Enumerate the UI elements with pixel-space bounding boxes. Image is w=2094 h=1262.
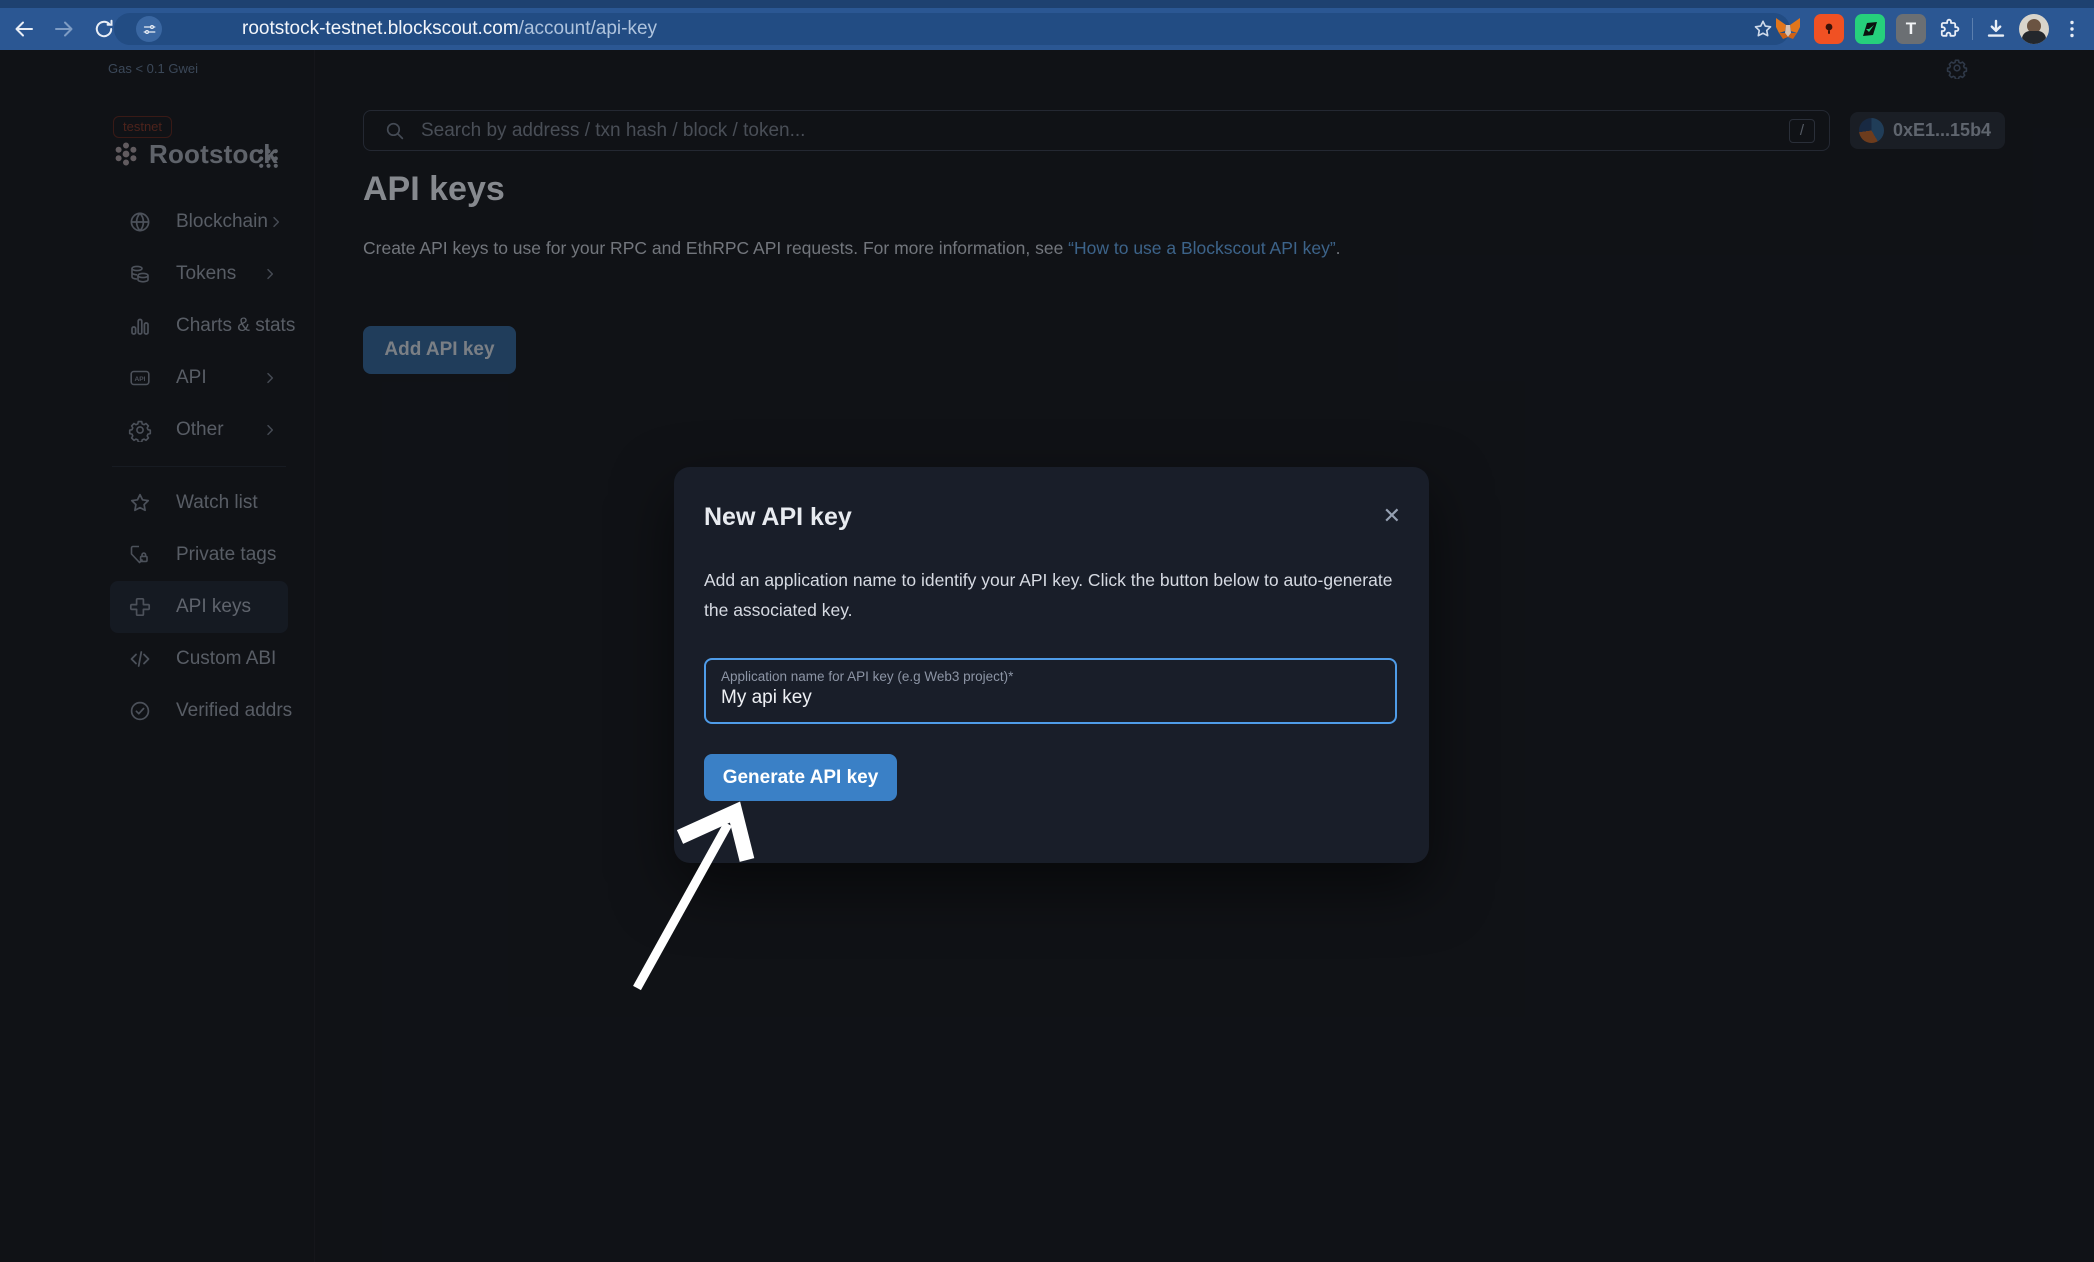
extension-icon-t[interactable]: T (1896, 14, 1926, 44)
url-host: rootstock-testnet.blockscout.com (242, 18, 519, 39)
generate-api-key-button[interactable]: Generate API key (704, 754, 897, 801)
close-icon[interactable]: ✕ (1383, 503, 1401, 529)
extension-icon-orange[interactable] (1814, 14, 1844, 44)
url-text: rootstock-testnet.blockscout.com/account… (242, 18, 657, 40)
browser-reload-button[interactable] (92, 17, 116, 41)
modal-title: New API key (704, 503, 852, 532)
browser-menu-icon[interactable] (2060, 17, 2084, 41)
browser-back-button[interactable] (12, 17, 36, 41)
downloads-icon[interactable] (1984, 17, 2008, 41)
toolbar-separator (1972, 18, 1973, 40)
extensions-puzzle-icon[interactable] (1937, 17, 1961, 41)
site-settings-icon[interactable] (136, 16, 162, 42)
application-name-label: Application name for API key (e.g Web3 p… (721, 669, 1380, 684)
metamask-extension-icon[interactable] (1773, 14, 1803, 44)
url-path: /account/api-key (519, 18, 657, 39)
application-name-input[interactable] (721, 687, 1380, 709)
bookmark-star-icon[interactable] (1752, 18, 1774, 40)
browser-profile-avatar[interactable] (2019, 14, 2049, 44)
browser-forward-button[interactable] (52, 17, 76, 41)
extension-icon-green[interactable] (1855, 14, 1885, 44)
application-name-field[interactable]: Application name for API key (e.g Web3 p… (704, 658, 1397, 724)
extension-t-label: T (1906, 19, 1916, 39)
modal-body-text: Add an application name to identify your… (704, 565, 1396, 625)
browser-toolbar: rootstock-testnet.blockscout.com/account… (0, 0, 2094, 50)
new-api-key-modal: New API key ✕ Add an application name to… (674, 467, 1429, 863)
address-bar[interactable]: rootstock-testnet.blockscout.com/account… (114, 13, 1790, 45)
